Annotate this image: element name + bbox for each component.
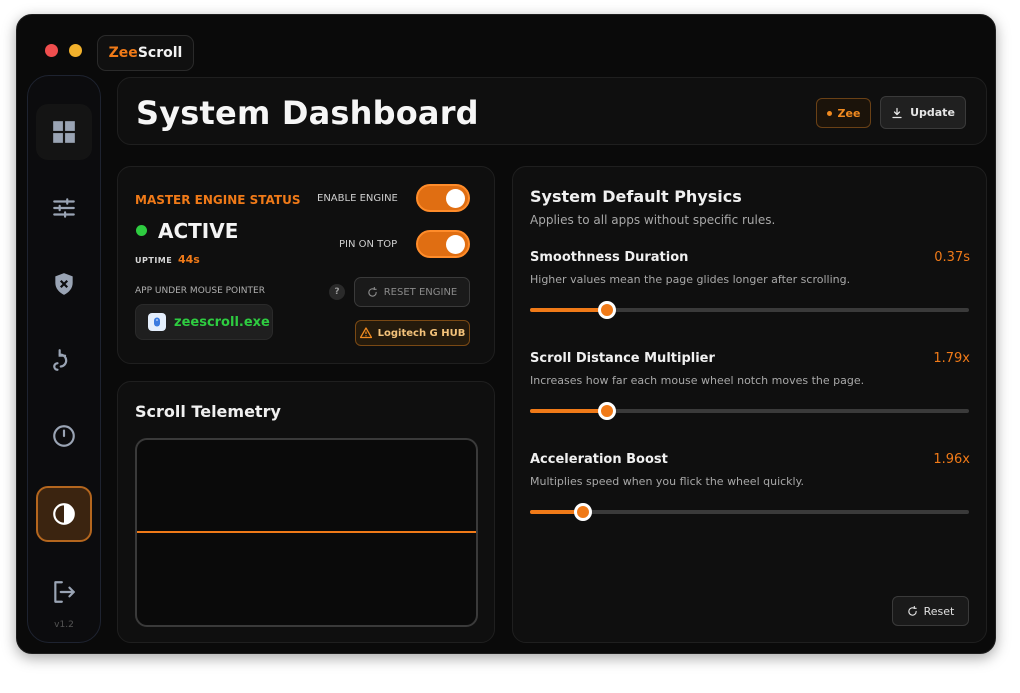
power-icon (53, 425, 75, 447)
update-button-label: Update (910, 106, 955, 119)
reset-engine-label: RESET ENGINE (383, 286, 458, 298)
app-under-pointer-chip: zeescroll.exe (135, 304, 273, 340)
system-physics-panel: System Default Physics Applies to all ap… (512, 166, 987, 643)
physics-title: System Default Physics (530, 187, 742, 206)
enable-engine-toggle[interactable] (416, 184, 470, 212)
setting-name: Scroll Distance Multiplier (530, 351, 715, 366)
app-window: Zee Scroll v1.2 System Dashboard Zee Upd… (16, 14, 996, 654)
master-engine-status-label: MASTER ENGINE STATUS (135, 193, 301, 207)
scroll-telemetry-panel: Scroll Telemetry (117, 381, 495, 643)
sidebar: v1.2 (27, 75, 101, 643)
telemetry-title: Scroll Telemetry (135, 402, 281, 421)
toggle-knob (446, 235, 465, 254)
setting-description: Multiplies speed when you flick the whee… (530, 475, 805, 488)
brand-suffix: Scroll (137, 45, 183, 61)
setting-description: Higher values mean the page glides longe… (530, 273, 851, 286)
conflict-warning-label: Logitech G HUB (377, 327, 466, 339)
zee-badge[interactable]: Zee (816, 98, 871, 128)
active-indicator-icon (136, 225, 147, 236)
status-dot-icon (826, 110, 832, 116)
sidebar-item-exit[interactable] (36, 564, 92, 620)
sidebar-item-appearance[interactable] (36, 486, 92, 542)
warning-icon (359, 327, 372, 339)
minimize-window-button[interactable] (69, 44, 82, 57)
app-under-pointer-label: APP UNDER MOUSE POINTER (135, 286, 265, 296)
telemetry-signal-line (137, 531, 476, 533)
enable-engine-label: ENABLE ENGINE (317, 193, 398, 204)
acceleration-boost-slider[interactable] (530, 503, 969, 521)
scroll-distance-multiplier-slider[interactable] (530, 402, 969, 420)
shield-icon (55, 273, 73, 295)
sidebar-item-protection[interactable] (36, 256, 92, 312)
engine-state: ACTIVE (158, 219, 239, 243)
sliders-icon (53, 198, 75, 218)
zee-badge-label: Zee (837, 106, 861, 120)
conflict-warning-badge[interactable]: Logitech G HUB (355, 320, 470, 346)
slider-fill (530, 308, 607, 312)
smoothness-duration-slider[interactable] (530, 301, 969, 319)
uptime-label: UPTIME (135, 256, 173, 265)
close-window-button[interactable] (45, 44, 58, 57)
slider-thumb[interactable] (573, 503, 592, 521)
page-header: System Dashboard Zee Update (117, 77, 987, 145)
app-under-pointer-name: zeescroll.exe (174, 314, 270, 330)
mouse-app-icon (148, 313, 166, 331)
setting-value: 0.37s (934, 250, 970, 265)
update-button[interactable]: Update (880, 96, 966, 129)
sidebar-item-dashboard[interactable] (36, 104, 92, 160)
sidebar-item-settings[interactable] (36, 180, 92, 236)
setting-description: Increases how far each mouse wheel notch… (530, 374, 865, 387)
engine-status-panel: MASTER ENGINE STATUS ACTIVE UPTIME 44s A… (117, 166, 495, 364)
page-title: System Dashboard (136, 94, 479, 132)
sidebar-item-scroll[interactable] (36, 332, 92, 388)
contrast-icon (53, 503, 75, 525)
sidebar-item-power[interactable] (36, 408, 92, 464)
setting-name: Acceleration Boost (530, 452, 668, 467)
dashboard-grid-icon (53, 121, 75, 143)
slider-fill (530, 409, 607, 413)
telemetry-graph (135, 438, 478, 627)
slider-thumb[interactable] (597, 301, 616, 319)
refresh-icon (907, 605, 917, 616)
brand-prefix: Zee (108, 45, 138, 61)
exit-icon (54, 581, 75, 603)
brand-logo: Zee Scroll (97, 35, 194, 71)
help-icon[interactable]: ? (329, 284, 345, 300)
download-icon (892, 107, 902, 118)
toggle-knob (446, 189, 465, 208)
refresh-icon (368, 286, 377, 297)
uptime-value: 44s (178, 253, 200, 266)
app-version: v1.2 (54, 620, 74, 630)
pin-on-top-label: PIN ON TOP (339, 239, 398, 250)
scroll-gesture-icon (53, 349, 68, 371)
slider-thumb[interactable] (597, 402, 616, 420)
reset-engine-button[interactable]: RESET ENGINE (354, 277, 470, 307)
reset-physics-label: Reset (923, 604, 955, 618)
setting-value: 1.96x (933, 452, 970, 467)
setting-name: Smoothness Duration (530, 250, 689, 265)
setting-value: 1.79x (933, 351, 970, 366)
pin-on-top-toggle[interactable] (416, 230, 470, 258)
physics-subtitle: Applies to all apps without specific rul… (530, 213, 776, 227)
reset-physics-button[interactable]: Reset (892, 596, 969, 626)
